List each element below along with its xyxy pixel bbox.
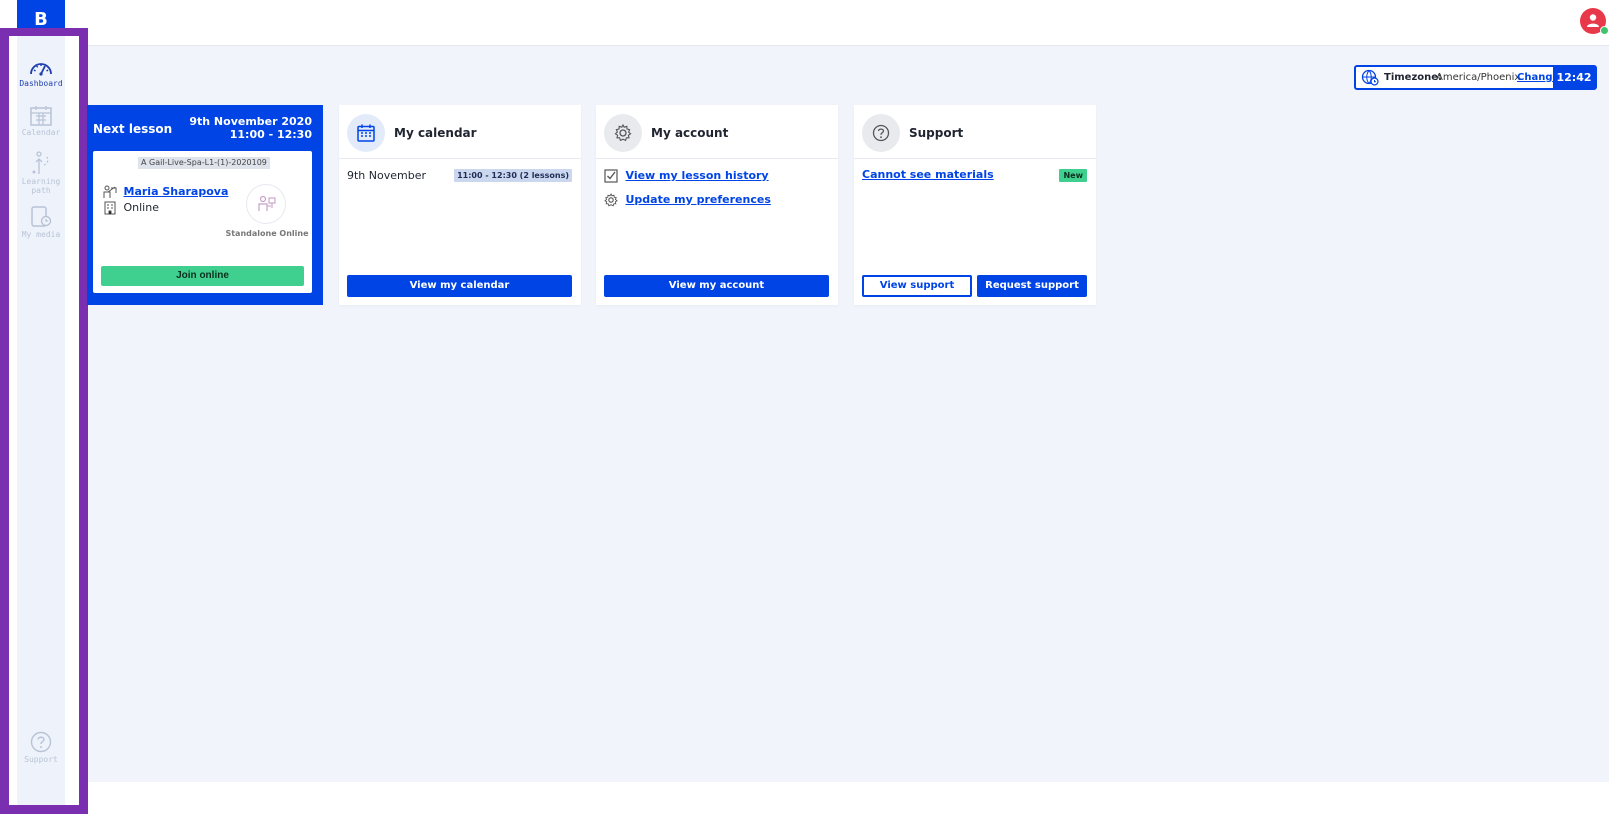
join-online-button[interactable]: Join online <box>101 266 304 286</box>
timezone-value: America/Phoenix <box>1436 72 1521 83</box>
card-title: My calendar <box>394 126 477 140</box>
calendar-entry-badge: 11:00 - 12:30 (2 lessons) <box>454 169 572 182</box>
sidebar-container: Dashboard Calendar Learning path My medi… <box>9 36 79 805</box>
help-circle-icon <box>862 114 900 152</box>
user-avatar-icon[interactable] <box>1580 8 1609 35</box>
my-calendar-card: My calendar 9th November 11:00 - 12:30 (… <box>339 105 581 305</box>
cannot-see-materials-link[interactable]: Cannot see materials <box>862 168 994 181</box>
card-title: Support <box>909 126 964 140</box>
calendar-entry-date: 9th November <box>347 169 427 182</box>
next-lesson-date: 9th November 2020 <box>189 115 312 128</box>
sidebar: Dashboard Calendar Learning path My medi… <box>17 36 65 805</box>
view-my-account-button[interactable]: View my account <box>604 275 829 297</box>
gauge-icon <box>30 63 52 76</box>
sidebar-item-label: Dashboard <box>19 79 63 88</box>
lesson-history-row: View my lesson history <box>604 169 769 183</box>
request-support-button[interactable]: Request support <box>977 275 1087 297</box>
teacher-link[interactable]: Maria Sharapova <box>124 185 229 198</box>
sidebar-item-label: My media <box>21 230 61 239</box>
lesson-code-badge: A Gail-Live-Spa-L1-(1)-2020109 <box>138 157 270 169</box>
my-account-card: My account View my lesson history Update… <box>596 105 838 305</box>
support-card: Support Cannot see materials New View su… <box>854 105 1096 305</box>
card-title: My account <box>651 126 729 140</box>
card-header: My calendar <box>339 105 581 159</box>
view-support-button[interactable]: View support <box>862 275 972 297</box>
sidebar-item-label: Calendar <box>21 128 61 137</box>
view-my-calendar-button[interactable]: View my calendar <box>347 275 572 297</box>
sidebar-item-label: Support <box>24 755 58 764</box>
next-lesson-title: Next lesson <box>93 122 173 136</box>
online-status-dot <box>1600 26 1609 35</box>
sidebar-item-calendar[interactable]: Calendar <box>17 106 65 137</box>
new-badge: New <box>1059 169 1087 182</box>
lesson-type-label: Standalone Online <box>225 229 309 238</box>
next-lesson-time: 11:00 - 12:30 <box>229 128 312 141</box>
calendar-icon <box>30 106 52 126</box>
calendar-icon <box>347 114 385 152</box>
card-header: My account <box>596 105 838 159</box>
settings-icon <box>604 193 618 207</box>
next-lesson-datetime: 9th November 2020 11:00 - 12:30 <box>189 115 312 141</box>
checkbox-icon <box>604 169 618 183</box>
current-time: 12:42 <box>1553 67 1595 88</box>
lesson-location: Online <box>123 201 159 214</box>
help-circle-icon <box>30 731 52 753</box>
timezone-label: Timezone: <box>1384 72 1443 83</box>
standalone-online-icon <box>246 184 286 224</box>
sidebar-item-dashboard[interactable]: Dashboard <box>17 59 65 88</box>
media-icon <box>31 206 52 227</box>
view-lesson-history-link[interactable]: View my lesson history <box>626 169 769 182</box>
teacher-row: Maria Sharapova <box>103 185 228 199</box>
sidebar-highlight-frame: Dashboard Calendar Learning path My medi… <box>0 28 88 814</box>
sidebar-item-learning-path[interactable]: Learning path <box>17 151 65 195</box>
gear-icon <box>604 114 642 152</box>
timezone-globe-icon <box>1361 69 1379 89</box>
card-header: Support <box>854 105 1096 159</box>
timezone-widget: Timezone: America/Phoenix Change 12:42 <box>1354 65 1597 90</box>
top-bar: B <box>0 0 1609 46</box>
location-row: Online <box>103 201 159 215</box>
next-lesson-details: A Gail-Live-Spa-L1-(1)-2020109 Maria Sha… <box>93 151 312 293</box>
sidebar-item-support[interactable]: Support <box>17 731 65 764</box>
sidebar-item-my-media[interactable]: My media <box>17 206 65 239</box>
path-icon <box>32 151 49 174</box>
sidebar-item-label: Learning path <box>21 177 61 195</box>
teacher-icon <box>103 185 117 198</box>
building-icon <box>104 201 116 215</box>
preferences-row: Update my preferences <box>604 193 771 207</box>
update-preferences-link[interactable]: Update my preferences <box>626 193 771 206</box>
next-lesson-card: Next lesson 9th November 2020 11:00 - 12… <box>87 105 323 305</box>
